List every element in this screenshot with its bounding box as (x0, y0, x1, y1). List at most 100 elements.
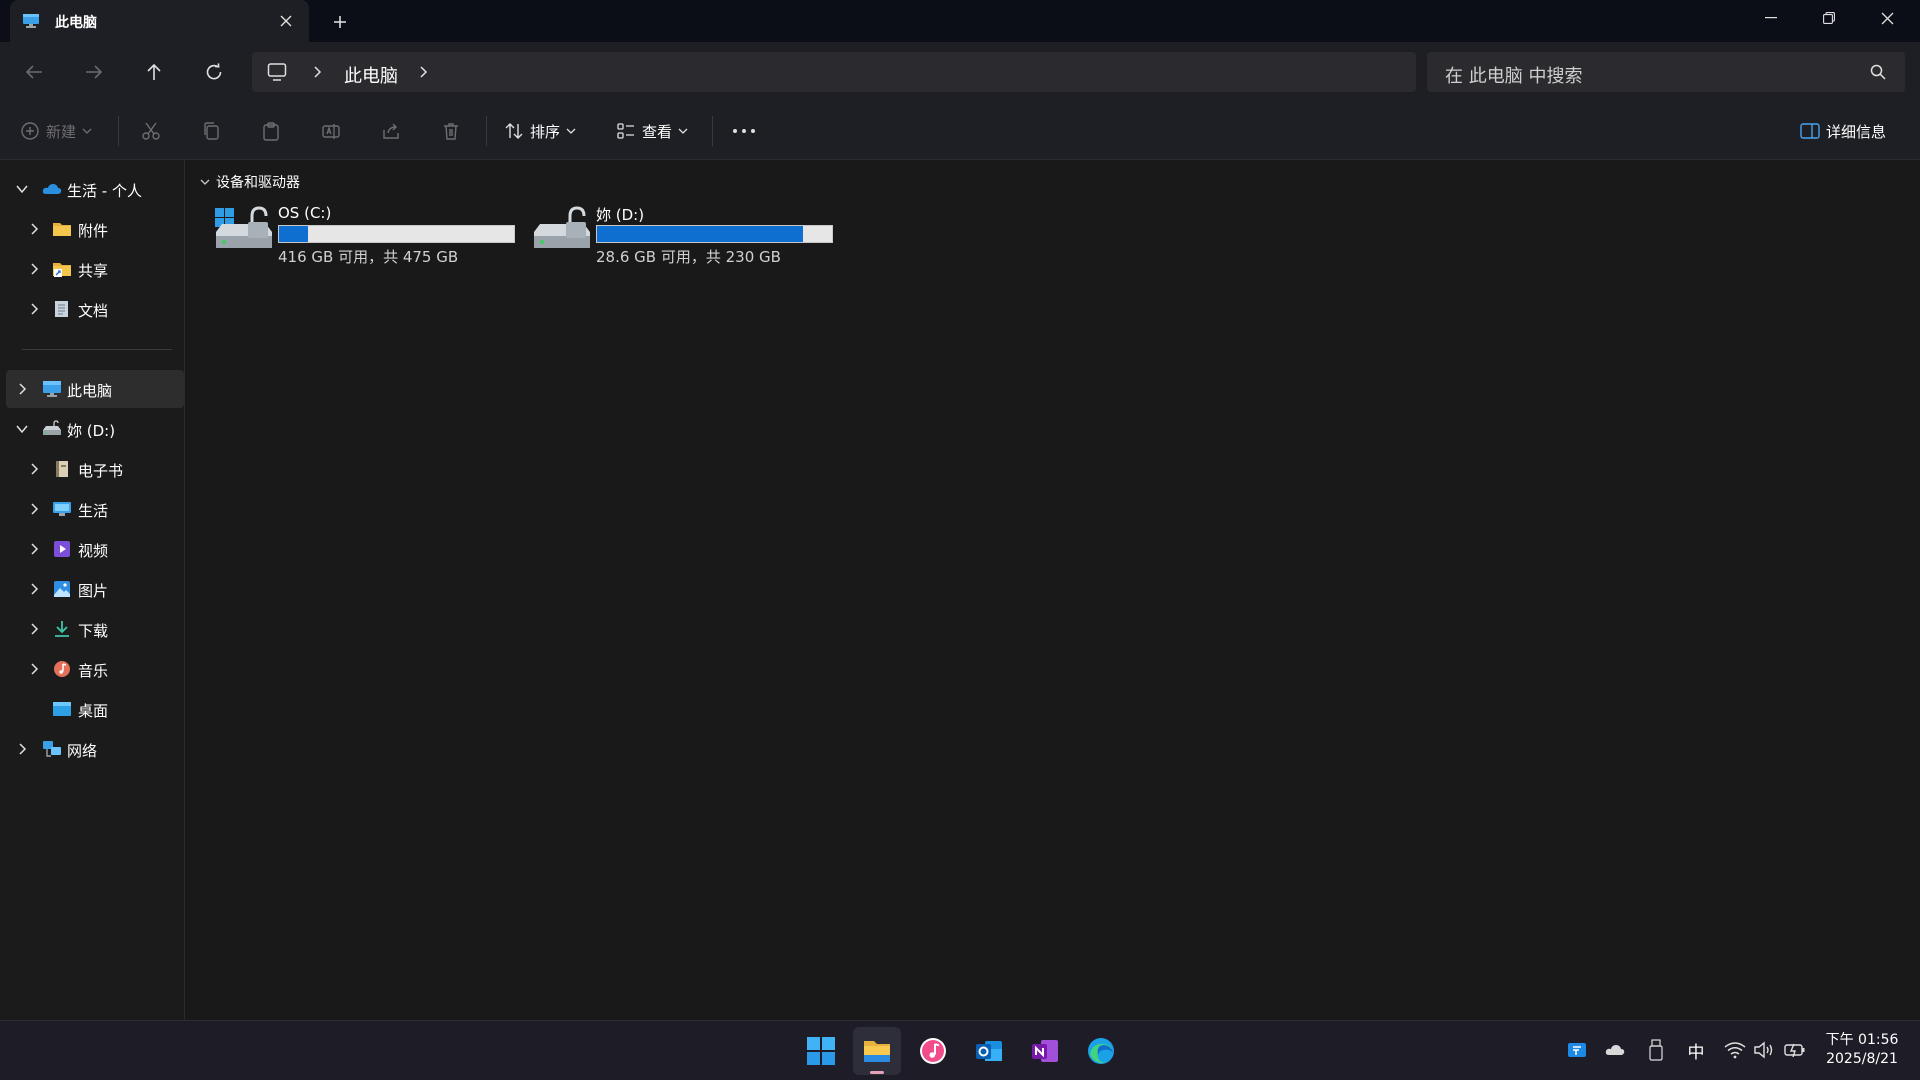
sidebar-item-desktop[interactable]: 桌面 (6, 690, 184, 728)
usb-device-icon[interactable] (1643, 1037, 1669, 1063)
sidebar-item-label: 电子书 (78, 462, 124, 480)
volume-icon[interactable] (1751, 1037, 1777, 1063)
ime-indicator[interactable]: 中 (1683, 1037, 1709, 1063)
onenote-icon (1030, 1036, 1060, 1066)
chevron-right-icon[interactable] (26, 501, 42, 517)
devices-group-header[interactable]: 设备和驱动器 (198, 172, 300, 192)
view-list-icon (616, 121, 636, 141)
scissors-icon (141, 121, 161, 141)
chevron-down-icon[interactable] (14, 421, 30, 437)
copy-button[interactable] (201, 114, 221, 148)
battery-icon[interactable] (1782, 1037, 1808, 1063)
sidebar-item-life[interactable]: 生活 (6, 490, 184, 528)
taskbar-file-explorer[interactable] (853, 1027, 901, 1075)
sidebar-item-videos[interactable]: 视频 (6, 530, 184, 568)
sidebar-item-drive-d[interactable]: 妳 (D:) (6, 410, 184, 448)
chevron-right-icon[interactable] (416, 64, 430, 80)
sidebar-item-label: 网络 (67, 742, 98, 760)
paste-button[interactable] (261, 114, 281, 148)
minimize-button[interactable] (1742, 0, 1800, 36)
drive-free-space: 28.6 GB 可用，共 230 GB (596, 248, 781, 266)
start-button[interactable] (797, 1027, 845, 1075)
sidebar-item-ebooks[interactable]: 电子书 (6, 450, 184, 488)
chevron-right-icon[interactable] (14, 381, 30, 397)
sidebar-item-pictures[interactable]: 图片 (6, 570, 184, 608)
tab-this-pc[interactable]: 此电脑 (10, 0, 309, 42)
sidebar-item-this-pc[interactable]: 此电脑 (6, 370, 184, 408)
more-icon (732, 128, 756, 134)
search-placeholder: 在 此电脑 中搜索 (1445, 66, 1583, 87)
chevron-right-icon[interactable] (26, 541, 42, 557)
cut-button[interactable] (141, 114, 161, 148)
chevron-right-icon[interactable] (26, 581, 42, 597)
sidebar-item-attachments[interactable]: 附件 (6, 210, 184, 248)
taskbar-outlook[interactable] (965, 1027, 1013, 1075)
sidebar-item-label: 生活 - 个人 (67, 182, 142, 200)
sidebar-item-onedrive[interactable]: 生活 - 个人 (6, 170, 184, 208)
sidebar-item-downloads[interactable]: 下载 (6, 610, 184, 648)
more-options-button[interactable] (732, 114, 756, 148)
file-explorer-icon (862, 1036, 892, 1066)
content-area: 设备和驱动器 OS (C:) 416 GB 可用，共 475 GB 妳 (D:)… (186, 160, 1920, 1020)
sort-icon (504, 121, 524, 141)
ebook-icon (52, 460, 72, 478)
drive-c-tile[interactable]: OS (C:) 416 GB 可用，共 475 GB (214, 202, 529, 266)
chevron-down-icon[interactable] (14, 181, 30, 197)
rename-button[interactable] (321, 114, 341, 148)
chevron-right-icon[interactable] (26, 221, 42, 237)
search-icon[interactable] (1869, 63, 1887, 81)
address-bar[interactable]: 此电脑 (252, 52, 1416, 92)
onedrive-tray-icon[interactable] (1602, 1037, 1628, 1063)
this-pc-icon (22, 13, 40, 29)
taskbar-edge[interactable] (1077, 1027, 1125, 1075)
view-button[interactable]: 查看 (616, 114, 688, 148)
new-button[interactable]: 新建 (20, 114, 92, 148)
pictures-icon (52, 580, 72, 598)
sort-button[interactable]: 排序 (504, 114, 576, 148)
rename-icon (321, 121, 341, 141)
chevron-down-icon[interactable] (198, 175, 212, 189)
refresh-button[interactable] (196, 54, 232, 90)
details-label: 详细信息 (1826, 122, 1887, 141)
restore-button[interactable] (1800, 0, 1858, 36)
search-input[interactable]: 在 此电脑 中搜索 (1427, 52, 1905, 92)
chevron-right-icon[interactable] (26, 661, 42, 677)
sidebar-item-label: 此电脑 (67, 382, 113, 400)
chevron-right-icon[interactable] (26, 621, 42, 637)
sidebar-item-shared[interactable]: 共享 (6, 250, 184, 288)
wifi-icon[interactable] (1722, 1037, 1748, 1063)
folder-icon (52, 220, 72, 238)
back-button[interactable] (16, 54, 52, 90)
tray-app-icon[interactable] (1564, 1037, 1590, 1063)
drive-d-tile[interactable]: 妳 (D:) 28.6 GB 可用，共 230 GB (532, 202, 847, 266)
close-tab-icon[interactable] (276, 11, 296, 31)
desktop-icon (52, 700, 72, 718)
new-tab-button[interactable] (326, 11, 354, 33)
chevron-right-icon[interactable] (14, 741, 30, 757)
sidebar-divider (22, 349, 172, 350)
clock[interactable]: 下午 01:56 2025/8/21 (1820, 1031, 1904, 1069)
sidebar-item-documents[interactable]: 文档 (6, 290, 184, 328)
close-window-button[interactable] (1858, 0, 1916, 36)
toolbar-divider (118, 116, 119, 146)
up-button[interactable] (136, 54, 172, 90)
sidebar-item-label: 视频 (78, 542, 109, 560)
sidebar-item-music[interactable]: 音乐 (6, 650, 184, 688)
sidebar-item-network[interactable]: 网络 (6, 730, 184, 768)
active-app-indicator (870, 1071, 884, 1074)
chevron-right-icon[interactable] (26, 301, 42, 317)
toolbar-divider (486, 116, 487, 146)
share-button[interactable] (381, 114, 401, 148)
chevron-right-icon[interactable] (310, 64, 324, 80)
breadcrumb-this-pc[interactable]: 此电脑 (344, 62, 398, 88)
taskbar-onenote[interactable] (1021, 1027, 1069, 1075)
downloads-icon (52, 620, 72, 638)
chevron-down-icon (82, 127, 92, 135)
chevron-right-icon[interactable] (26, 461, 42, 477)
taskbar-itunes[interactable] (909, 1027, 957, 1075)
chevron-right-icon[interactable] (26, 261, 42, 277)
drive-name: 妳 (D:) (596, 206, 645, 224)
details-pane-button[interactable]: 详细信息 (1800, 114, 1886, 148)
delete-button[interactable] (441, 114, 461, 148)
forward-button[interactable] (76, 54, 112, 90)
